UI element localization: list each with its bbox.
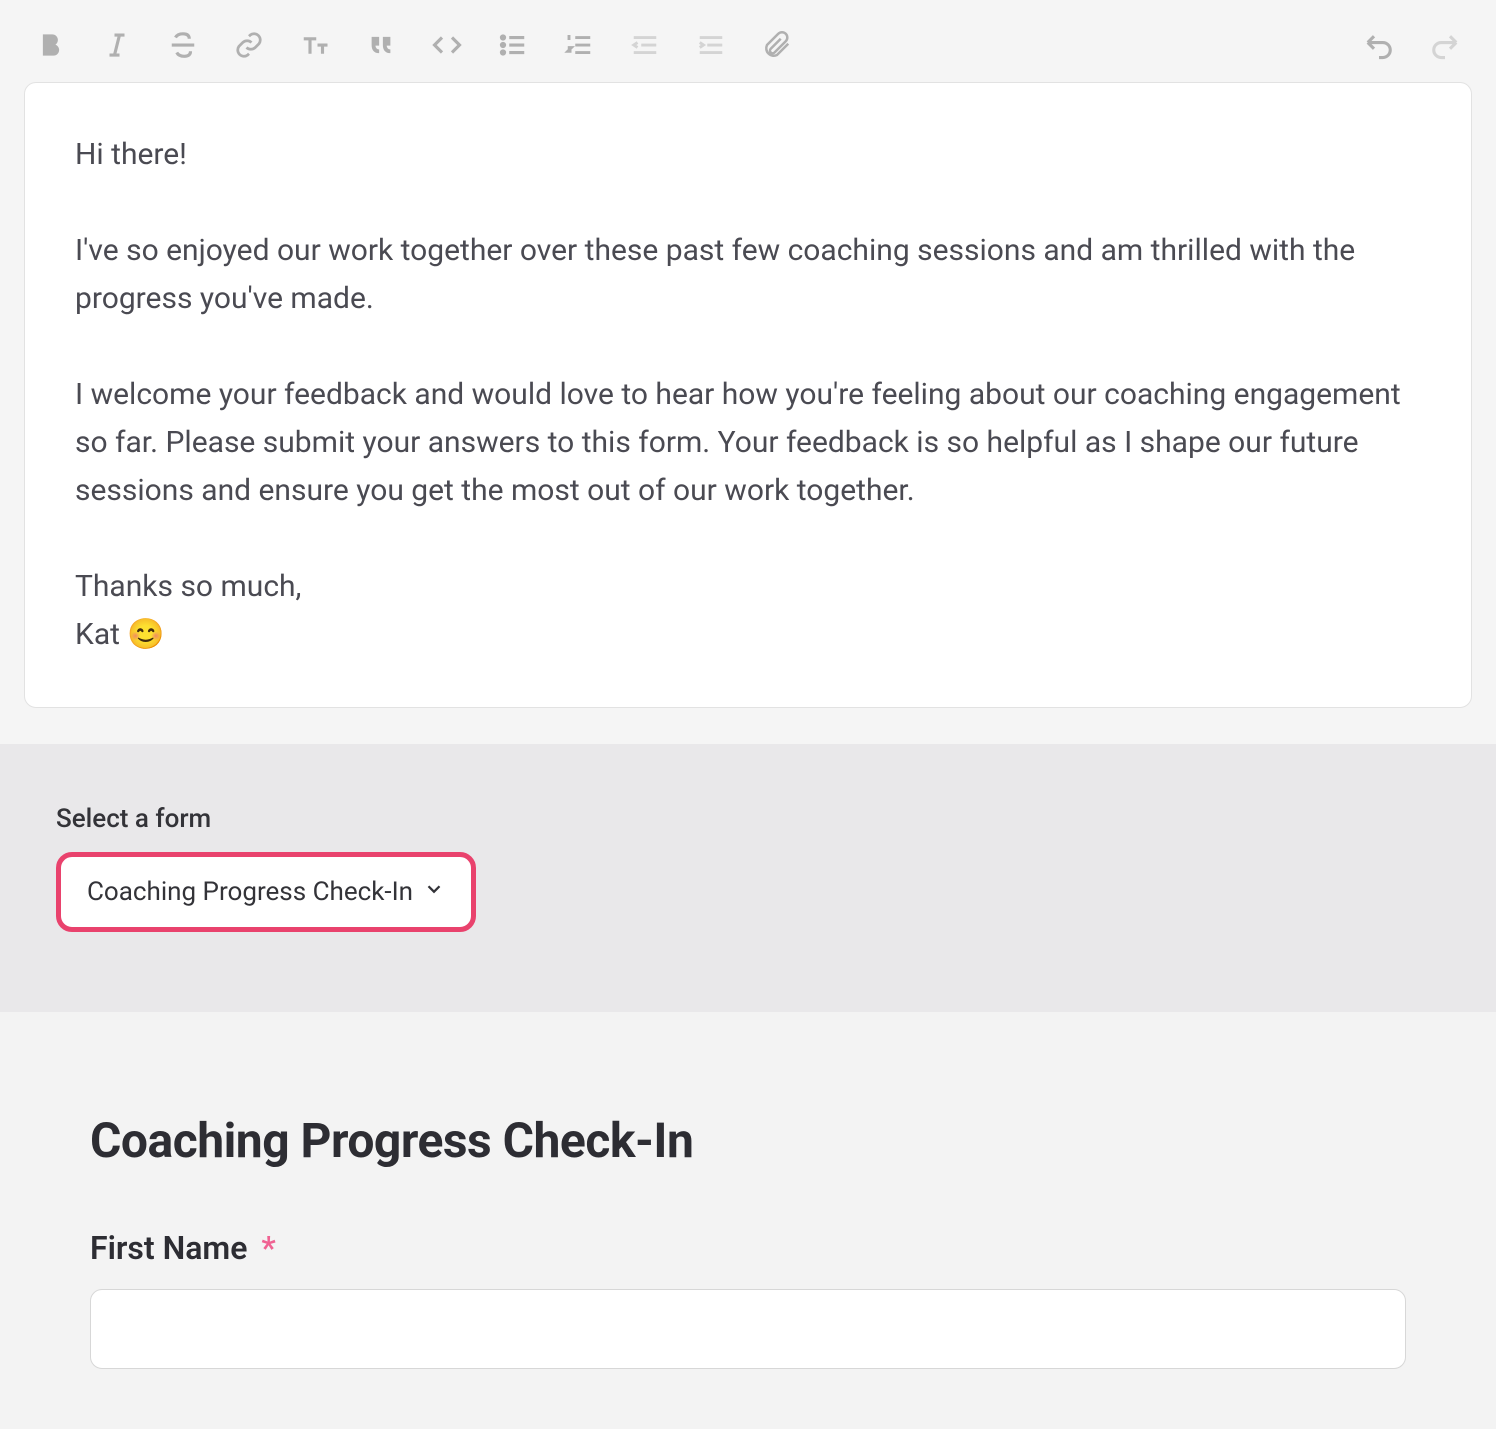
bullet-list-button[interactable]	[498, 30, 528, 64]
editor-line: I welcome your feedback and would love t…	[75, 371, 1421, 515]
form-title: Coaching Progress Check-In	[90, 1112, 1406, 1169]
field-label-first-name: First Name *	[90, 1229, 1406, 1267]
redo-button[interactable]	[1430, 30, 1460, 64]
indent-icon	[696, 30, 726, 64]
editor-section: Hi there! I've so enjoyed our work toget…	[0, 0, 1496, 744]
editor-toolbar	[24, 24, 1472, 82]
chevron-down-icon	[423, 877, 445, 907]
editor-line: Hi there!	[75, 131, 1421, 179]
form-selector-value: Coaching Progress Check-In	[87, 877, 413, 907]
bold-icon	[36, 30, 66, 64]
form-selector-dropdown[interactable]: Coaching Progress Check-In	[56, 852, 476, 932]
quote-icon	[366, 30, 396, 64]
bullet-list-icon	[498, 30, 528, 64]
code-icon	[432, 30, 462, 64]
form-selector-label: Select a form	[56, 804, 1440, 834]
indent-button[interactable]	[696, 30, 726, 64]
editor-line: Kat 😊	[75, 611, 1421, 659]
strikethrough-icon	[168, 30, 198, 64]
redo-icon	[1430, 30, 1460, 64]
link-icon	[234, 30, 264, 64]
first-name-input[interactable]	[90, 1289, 1406, 1369]
strikethrough-button[interactable]	[168, 30, 198, 64]
numbered-list-icon	[564, 30, 594, 64]
link-button[interactable]	[234, 30, 264, 64]
undo-button[interactable]	[1364, 30, 1394, 64]
outdent-button[interactable]	[630, 30, 660, 64]
message-editor[interactable]: Hi there! I've so enjoyed our work toget…	[24, 82, 1472, 708]
editor-line: Thanks so much,	[75, 563, 1421, 611]
quote-button[interactable]	[366, 30, 396, 64]
textsize-button[interactable]	[300, 30, 330, 64]
numbered-list-button[interactable]	[564, 30, 594, 64]
bold-button[interactable]	[36, 30, 66, 64]
attachment-button[interactable]	[762, 30, 792, 64]
required-indicator: *	[261, 1229, 275, 1267]
textsize-icon	[300, 30, 330, 64]
italic-icon	[102, 30, 132, 64]
undo-icon	[1364, 30, 1394, 64]
form-selector-section: Select a form Coaching Progress Check-In	[0, 744, 1496, 1012]
editor-line: I've so enjoyed our work together over t…	[75, 227, 1421, 323]
field-label-text: First Name	[90, 1229, 247, 1267]
form-preview-section: Coaching Progress Check-In First Name *	[0, 1012, 1496, 1429]
italic-button[interactable]	[102, 30, 132, 64]
outdent-icon	[630, 30, 660, 64]
code-button[interactable]	[432, 30, 462, 64]
paperclip-icon	[762, 30, 792, 64]
